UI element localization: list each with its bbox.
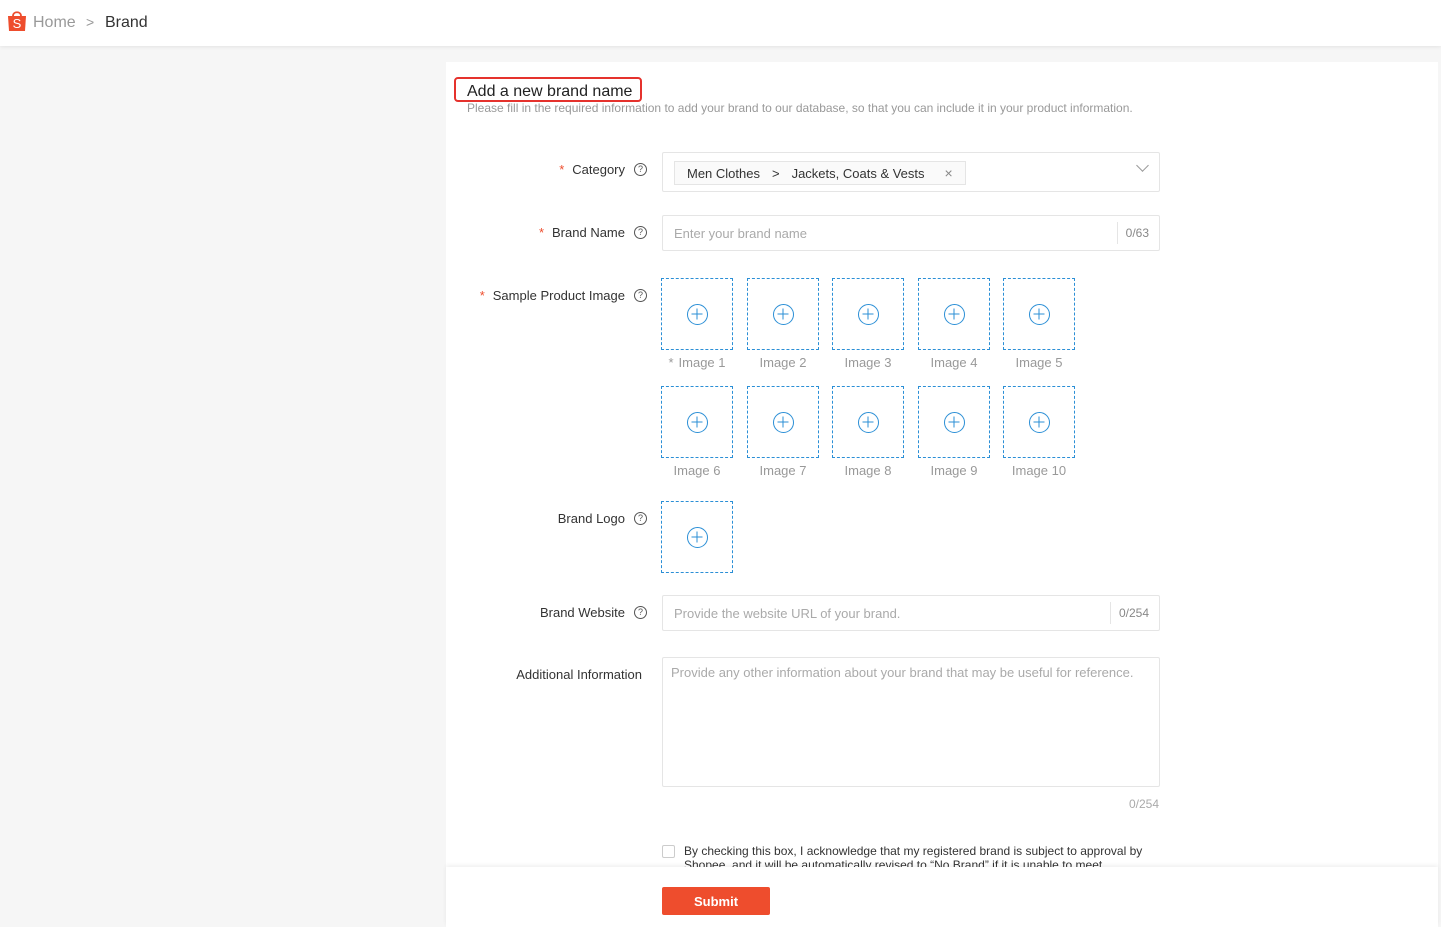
sample-image-label: * Sample Product Image ? (480, 288, 647, 303)
brand-name-counter: 0/63 (1116, 222, 1159, 244)
page-subtitle: Please fill in the required information … (467, 101, 1133, 115)
image-slot-label-text: Image 8 (844, 463, 892, 478)
image-upload-slot-10[interactable] (1003, 386, 1075, 458)
category-label-text: Category (572, 162, 625, 177)
additional-info-label-text: Additional Information (516, 667, 642, 682)
required-mark: * (559, 162, 565, 177)
image-slot-label: Image 2 (747, 355, 819, 370)
plus-circle-icon (857, 411, 879, 433)
breadcrumb-current: Brand (105, 14, 148, 31)
required-mark: * (479, 288, 485, 303)
image-slot-label: Image 7 (747, 463, 819, 478)
breadcrumb-home-link[interactable]: Home (33, 14, 76, 32)
sample-image-label-text: Sample Product Image (492, 288, 625, 303)
chip-parent: Men Clothes (687, 165, 760, 181)
brand-name-input[interactable]: Enter your brand name 0/63 (662, 215, 1160, 251)
brand-logo-upload[interactable] (661, 501, 733, 573)
image-slot-label: Image 4 (918, 355, 990, 370)
plus-circle-icon (943, 411, 965, 433)
plus-circle-icon (1028, 303, 1050, 325)
image-upload-slot-8[interactable] (832, 386, 904, 458)
footer-bar (446, 867, 1438, 927)
agreement-text: By checking this box, I acknowledge that… (684, 844, 1143, 867)
required-mark: * (668, 355, 674, 370)
image-slot-label-text: Image 10 (1011, 463, 1067, 478)
image-upload-slot-5[interactable] (1003, 278, 1075, 350)
image-slot-label-text: Image 9 (930, 463, 978, 478)
close-icon[interactable]: × (945, 165, 953, 181)
chip-separator: > (771, 165, 780, 181)
additional-info-placeholder: Provide any other information about your… (671, 665, 1134, 680)
image-upload-slot-9[interactable] (918, 386, 990, 458)
additional-info-textarea[interactable]: Provide any other information about your… (662, 657, 1160, 787)
image-slot-label: Image 8 (832, 463, 904, 478)
plus-circle-icon (772, 411, 794, 433)
brand-website-label-text: Brand Website (539, 605, 625, 620)
help-icon[interactable]: ? (634, 226, 647, 239)
plus-circle-icon (686, 411, 708, 433)
plus-circle-icon (772, 303, 794, 325)
brand-name-label-text: Brand Name (552, 225, 625, 240)
brand-website-placeholder: Provide the website URL of your brand. (674, 606, 901, 621)
image-slot-label-text: Image 2 (759, 355, 807, 370)
brand-name-placeholder: Enter your brand name (674, 226, 807, 241)
plus-circle-icon (686, 526, 708, 548)
brand-name-label: * Brand Name ? (539, 225, 647, 240)
help-icon[interactable]: ? (634, 512, 647, 525)
image-slot-label: Image 5 (1003, 355, 1075, 370)
image-upload-slot-7[interactable] (747, 386, 819, 458)
shopee-logo-icon[interactable]: S (5, 9, 29, 33)
brand-logo-label-text: Brand Logo (557, 511, 625, 526)
plus-circle-icon (686, 303, 708, 325)
top-bar: S Home > Brand (0, 0, 1441, 46)
image-slot-label: * Image 1 (661, 355, 733, 370)
image-slot-label-text: Image 3 (844, 355, 892, 370)
agreement-checkbox[interactable] (662, 845, 675, 858)
help-icon[interactable]: ? (634, 606, 647, 619)
help-icon[interactable]: ? (634, 163, 647, 176)
chip-child: Jackets, Coats & Vests (791, 165, 925, 181)
category-select[interactable]: Men Clothes > Jackets, Coats & Vests × (662, 152, 1160, 192)
page-title: Add a new brand name (467, 83, 633, 100)
image-slot-label-text: Image 5 (1015, 355, 1063, 370)
plus-circle-icon (857, 303, 879, 325)
submit-button[interactable]: Submit (662, 887, 770, 915)
image-slot-label-text: Image 6 (673, 463, 721, 478)
help-icon[interactable]: ? (634, 289, 647, 302)
plus-circle-icon (1028, 411, 1050, 433)
image-upload-slot-2[interactable] (747, 278, 819, 350)
image-slot-label-text: Image 4 (930, 355, 978, 370)
chevron-right-icon: > (86, 14, 95, 30)
image-slot-label: Image 9 (918, 463, 990, 478)
image-upload-slot-4[interactable] (918, 278, 990, 350)
image-upload-slot-3[interactable] (832, 278, 904, 350)
chevron-down-icon[interactable] (1136, 159, 1149, 172)
additional-info-label: Additional Information (516, 667, 642, 682)
image-slot-label-text: Image 1 (678, 355, 726, 370)
category-chip: Men Clothes > Jackets, Coats & Vests × (674, 161, 966, 185)
image-slot-label: Image 10 (1003, 463, 1075, 478)
additional-info-counter: 0/254 (1129, 797, 1160, 811)
image-slot-label: Image 3 (832, 355, 904, 370)
image-upload-slot-6[interactable] (661, 386, 733, 458)
image-upload-slot-1[interactable] (661, 278, 733, 350)
brand-website-input[interactable]: Provide the website URL of your brand. 0… (662, 595, 1160, 631)
category-label: * Category ? (559, 162, 647, 177)
brand-website-label: Brand Website ? (540, 605, 647, 620)
brand-website-counter: 0/254 (1109, 602, 1159, 624)
required-mark: * (538, 225, 545, 240)
brand-logo-label: Brand Logo ? (558, 511, 647, 526)
image-slot-label-text: Image 7 (759, 463, 807, 478)
svg-text:S: S (13, 16, 22, 31)
image-slot-label: Image 6 (661, 463, 733, 478)
plus-circle-icon (943, 303, 965, 325)
